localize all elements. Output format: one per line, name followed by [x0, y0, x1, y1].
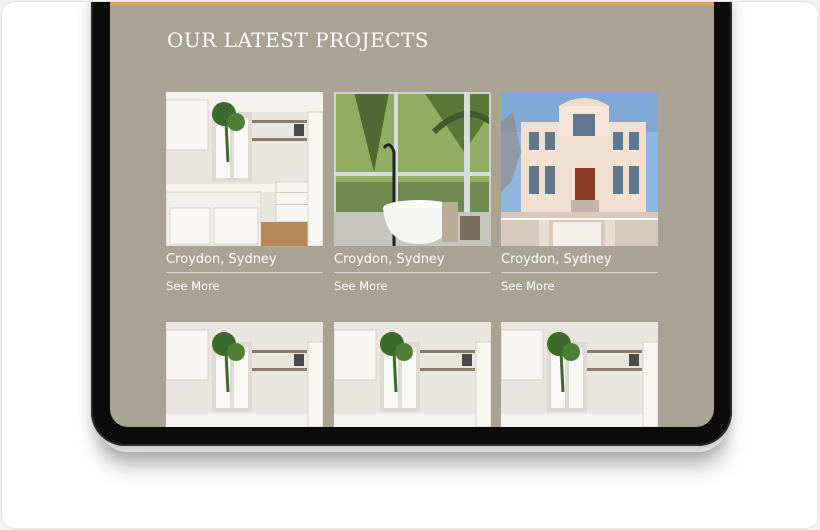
- project-title: Croydon, Sydney: [166, 252, 277, 267]
- project-card[interactable]: [166, 322, 323, 427]
- project-title: Croydon, Sydney: [501, 252, 612, 267]
- see-more-link[interactable]: See More: [334, 279, 388, 293]
- divider: [166, 272, 323, 273]
- divider: [334, 272, 491, 273]
- project-card[interactable]: Croydon, Sydney See More: [334, 92, 491, 293]
- kitchen-photo[interactable]: [334, 322, 491, 427]
- project-card[interactable]: [334, 322, 491, 427]
- accent-bar: [110, 2, 714, 6]
- project-card[interactable]: Croydon, Sydney See More: [166, 92, 323, 293]
- kitchen-photo[interactable]: [166, 92, 323, 246]
- kitchen-photo[interactable]: [166, 322, 323, 427]
- divider: [501, 272, 658, 273]
- see-more-link[interactable]: See More: [501, 279, 555, 293]
- mockup-card: OUR LATEST PROJECTS Croydon, Sydney See …: [1, 1, 819, 529]
- project-card[interactable]: [501, 322, 658, 427]
- section-title: OUR LATEST PROJECTS: [167, 28, 430, 52]
- house-exterior-photo[interactable]: [501, 92, 658, 246]
- bathroom-photo[interactable]: [334, 92, 491, 246]
- see-more-link[interactable]: See More: [166, 279, 220, 293]
- tablet-screen: OUR LATEST PROJECTS Croydon, Sydney See …: [110, 2, 714, 427]
- project-title: Croydon, Sydney: [334, 252, 445, 267]
- kitchen-photo[interactable]: [501, 322, 658, 427]
- project-card[interactable]: Croydon, Sydney See More: [501, 92, 658, 293]
